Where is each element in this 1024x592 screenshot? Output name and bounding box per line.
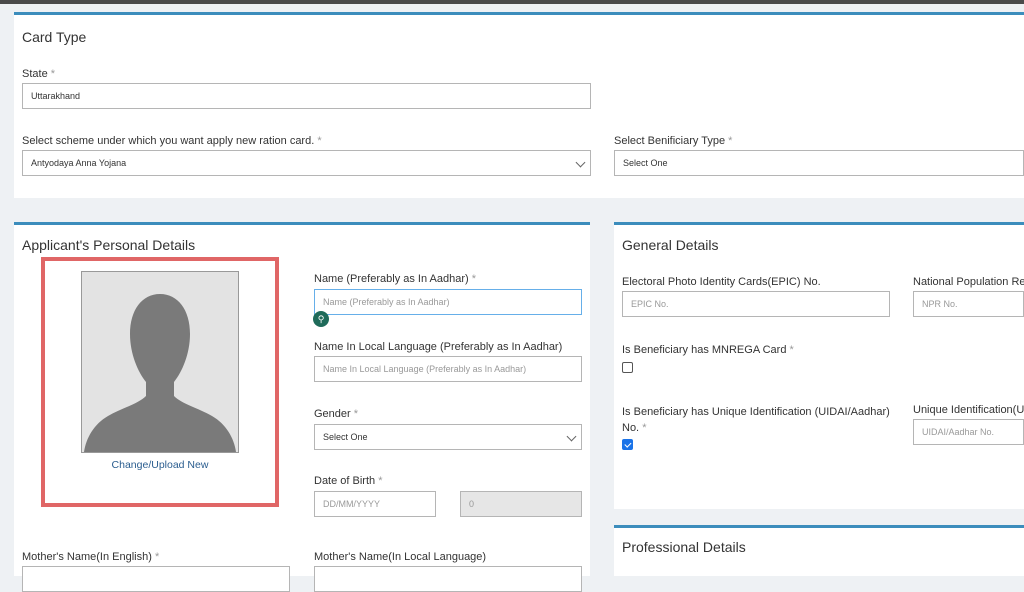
- beneficiary-type-label: Select Benificiary Type *: [614, 135, 733, 147]
- photo-upload-box[interactable]: Change/Upload New: [41, 257, 279, 507]
- local-name-input[interactable]: Name In Local Language (Preferably as In…: [314, 356, 582, 382]
- chevron-down-icon: [566, 431, 577, 442]
- browser-top-bar: [0, 0, 1024, 4]
- mother-name-local-input[interactable]: [314, 566, 582, 592]
- name-input[interactable]: Name (Preferably as In Aadhar): [314, 289, 582, 315]
- personal-details-title: Applicant's Personal Details: [22, 237, 196, 253]
- uid-number-label: Unique Identification(UI: [913, 404, 1024, 416]
- mother-name-english-input[interactable]: [22, 566, 290, 592]
- gender-label: Gender *: [314, 408, 359, 420]
- mnrega-checkbox[interactable]: [622, 362, 633, 373]
- npr-label: National Population Reg: [913, 276, 1024, 288]
- card-type-title: Card Type: [22, 29, 87, 45]
- gender-select[interactable]: Select One: [314, 424, 582, 450]
- person-silhouette-icon: [84, 294, 236, 452]
- avatar-placeholder: [81, 271, 239, 453]
- dob-label: Date of Birth *: [314, 475, 383, 487]
- uid-label: Is Beneficiary has Unique Identification…: [622, 406, 890, 434]
- mother-name-local-label: Mother's Name(In Local Language): [314, 551, 487, 563]
- beneficiary-type-select[interactable]: Select One: [614, 150, 1024, 176]
- epic-label: Electoral Photo Identity Cards(EPIC) No.: [622, 276, 821, 288]
- scheme-select[interactable]: Antyodaya Anna Yojana: [22, 150, 591, 176]
- age-field: 0: [460, 491, 582, 517]
- dob-input[interactable]: DD/MM/YYYY: [314, 491, 436, 517]
- state-input[interactable]: Uttarakhand: [22, 83, 591, 109]
- uid-number-input[interactable]: UIDAI/Aadhar No.: [913, 419, 1024, 445]
- local-name-label: Name In Local Language (Preferably as In…: [314, 341, 563, 353]
- change-upload-link[interactable]: Change/Upload New: [45, 459, 275, 471]
- general-details-title: General Details: [622, 237, 719, 253]
- scheme-label: Select scheme under which you want apply…: [22, 135, 322, 147]
- accessibility-icon[interactable]: ⚲: [313, 311, 329, 327]
- professional-details-panel: Professional Details: [614, 525, 1024, 576]
- gender-select-value: Select One: [323, 432, 368, 442]
- chevron-down-icon: [575, 157, 586, 168]
- general-details-panel: General Details Electoral Photo Identity…: [614, 222, 1024, 509]
- epic-input[interactable]: EPIC No.: [622, 291, 890, 317]
- npr-input[interactable]: NPR No.: [913, 291, 1024, 317]
- uid-checkbox[interactable]: [622, 439, 633, 450]
- card-type-panel: Card Type State * Uttarakhand Select sch…: [14, 12, 1024, 198]
- scheme-select-value: Antyodaya Anna Yojana: [31, 158, 127, 168]
- name-label: Name (Preferably as In Aadhar) *: [314, 273, 477, 285]
- professional-details-title: Professional Details: [622, 539, 746, 555]
- mnrega-label: Is Beneficiary has MNREGA Card *: [622, 344, 794, 356]
- mother-name-english-label: Mother's Name(In English) *: [22, 551, 160, 563]
- state-label: State *: [22, 68, 56, 80]
